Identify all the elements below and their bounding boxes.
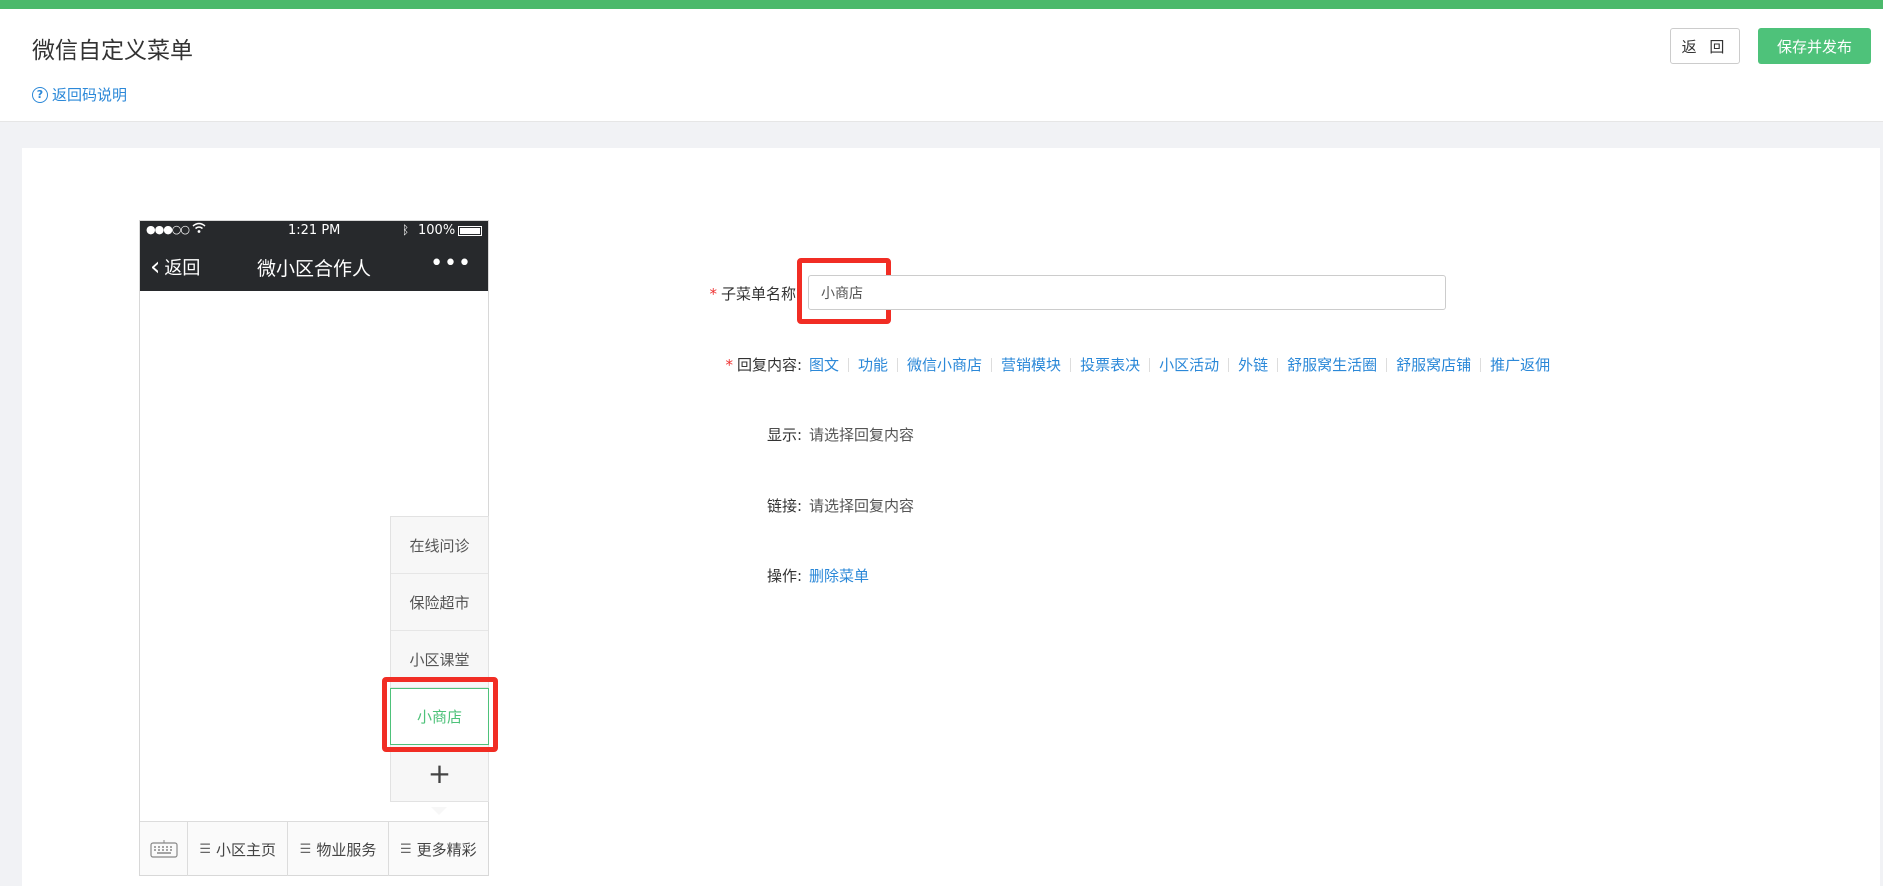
link-label: 链接: xyxy=(766,497,802,515)
battery-icon xyxy=(458,226,482,236)
save-publish-button[interactable]: 保存并发布 xyxy=(1758,28,1871,64)
menu-tab[interactable]: ☰ 更多精彩 xyxy=(389,822,488,876)
divider xyxy=(1386,357,1388,372)
reply-option-link[interactable]: 舒服窝店铺 xyxy=(1396,354,1471,375)
menu-tab[interactable]: ☰ 物业服务 xyxy=(288,822,389,876)
reply-content-label: * 回复内容: xyxy=(700,354,802,375)
help-link[interactable]: ? 返回码说明 xyxy=(32,84,127,105)
required-mark: * xyxy=(709,285,717,303)
divider xyxy=(1480,357,1482,372)
battery-percent: 100% xyxy=(418,223,456,238)
divider xyxy=(1277,357,1279,372)
submenu-item[interactable]: 在线问诊 xyxy=(391,517,488,574)
more-icon[interactable]: ••• xyxy=(430,251,472,276)
menu-tab-label: 更多精彩 xyxy=(416,840,477,859)
required-mark: * xyxy=(725,356,733,374)
phone-nav-bar: ‹ 返回 微小区合作人 ••• xyxy=(140,241,488,291)
reply-option-link[interactable]: 投票表决 xyxy=(1080,354,1140,375)
submenu-caret xyxy=(431,807,447,815)
page-title: 微信自定义菜单 xyxy=(32,38,193,64)
delete-menu-link[interactable]: 删除菜单 xyxy=(809,565,869,586)
link-value: 请选择回复内容 xyxy=(809,497,915,515)
page-header: 微信自定义菜单 ? 返回码说明 返 回 保存并发布 xyxy=(0,9,1883,122)
menu-tab[interactable]: ☰ 小区主页 xyxy=(188,822,289,876)
highlight-submenu-item xyxy=(382,677,498,752)
signal-icon: ●●●○○ xyxy=(146,223,190,236)
divider xyxy=(1228,357,1230,372)
list-icon: ☰ xyxy=(299,841,312,857)
list-icon: ☰ xyxy=(199,841,211,857)
keyboard-icon[interactable] xyxy=(140,822,188,876)
menu-tab-label: 物业服务 xyxy=(316,840,377,859)
status-time: 1:21 PM xyxy=(288,223,341,238)
phone-status-bar: ●●●○○ 1:21 PM ᛒ 100% xyxy=(140,221,488,241)
reply-options: 图文 功能 微信小商店 营销模块 投票表决 小区活动 外链 舒服窝生活圈 舒服窝… xyxy=(809,354,1550,375)
top-accent-strip xyxy=(0,0,1883,9)
menu-tab-label: 小区主页 xyxy=(215,840,276,859)
reply-option-link[interactable]: 推广返佣 xyxy=(1490,354,1550,375)
help-link-label: 返回码说明 xyxy=(52,86,128,104)
reply-option-link[interactable]: 营销模块 xyxy=(1001,354,1061,375)
divider xyxy=(1070,357,1072,372)
reply-option-link[interactable]: 微信小商店 xyxy=(907,354,982,375)
question-circle-icon: ? xyxy=(32,86,48,103)
reply-option-link[interactable]: 舒服窝生活圈 xyxy=(1287,354,1377,375)
back-button[interactable]: 返 回 xyxy=(1670,28,1740,64)
reply-option-link[interactable]: 小区活动 xyxy=(1159,354,1219,375)
reply-content-label-text: 回复内容: xyxy=(736,356,802,374)
display-label: 显示: xyxy=(766,426,802,444)
reply-option-link[interactable]: 图文 xyxy=(809,354,839,375)
divider xyxy=(1149,357,1151,372)
divider xyxy=(897,357,899,372)
submenu-popup: 在线问诊 保险超市 小区课堂 小商店 + xyxy=(390,516,489,802)
reply-option-link[interactable]: 功能 xyxy=(858,354,888,375)
action-label: 操作: xyxy=(766,567,802,585)
wifi-icon xyxy=(192,222,206,237)
submenu-item[interactable]: 保险超市 xyxy=(391,574,488,631)
submenu-name-label: * 子菜单名称 xyxy=(700,283,796,304)
submenu-name-input[interactable] xyxy=(808,275,1446,310)
phone-preview: ●●●○○ 1:21 PM ᛒ 100% ‹ 返回 微小区合作人 ••• 在线问… xyxy=(139,220,489,876)
bluetooth-icon: ᛒ xyxy=(402,223,410,237)
divider xyxy=(991,357,993,372)
reply-option-link[interactable]: 外链 xyxy=(1238,354,1268,375)
divider xyxy=(848,357,850,372)
phone-bottom-menu: ☰ 小区主页 ☰ 物业服务 ☰ 更多精彩 xyxy=(140,821,488,876)
display-value: 请选择回复内容 xyxy=(809,426,915,444)
submenu-name-label-text: 子菜单名称 xyxy=(720,285,796,303)
add-submenu-button[interactable]: + xyxy=(391,745,488,801)
list-icon: ☰ xyxy=(399,841,412,857)
